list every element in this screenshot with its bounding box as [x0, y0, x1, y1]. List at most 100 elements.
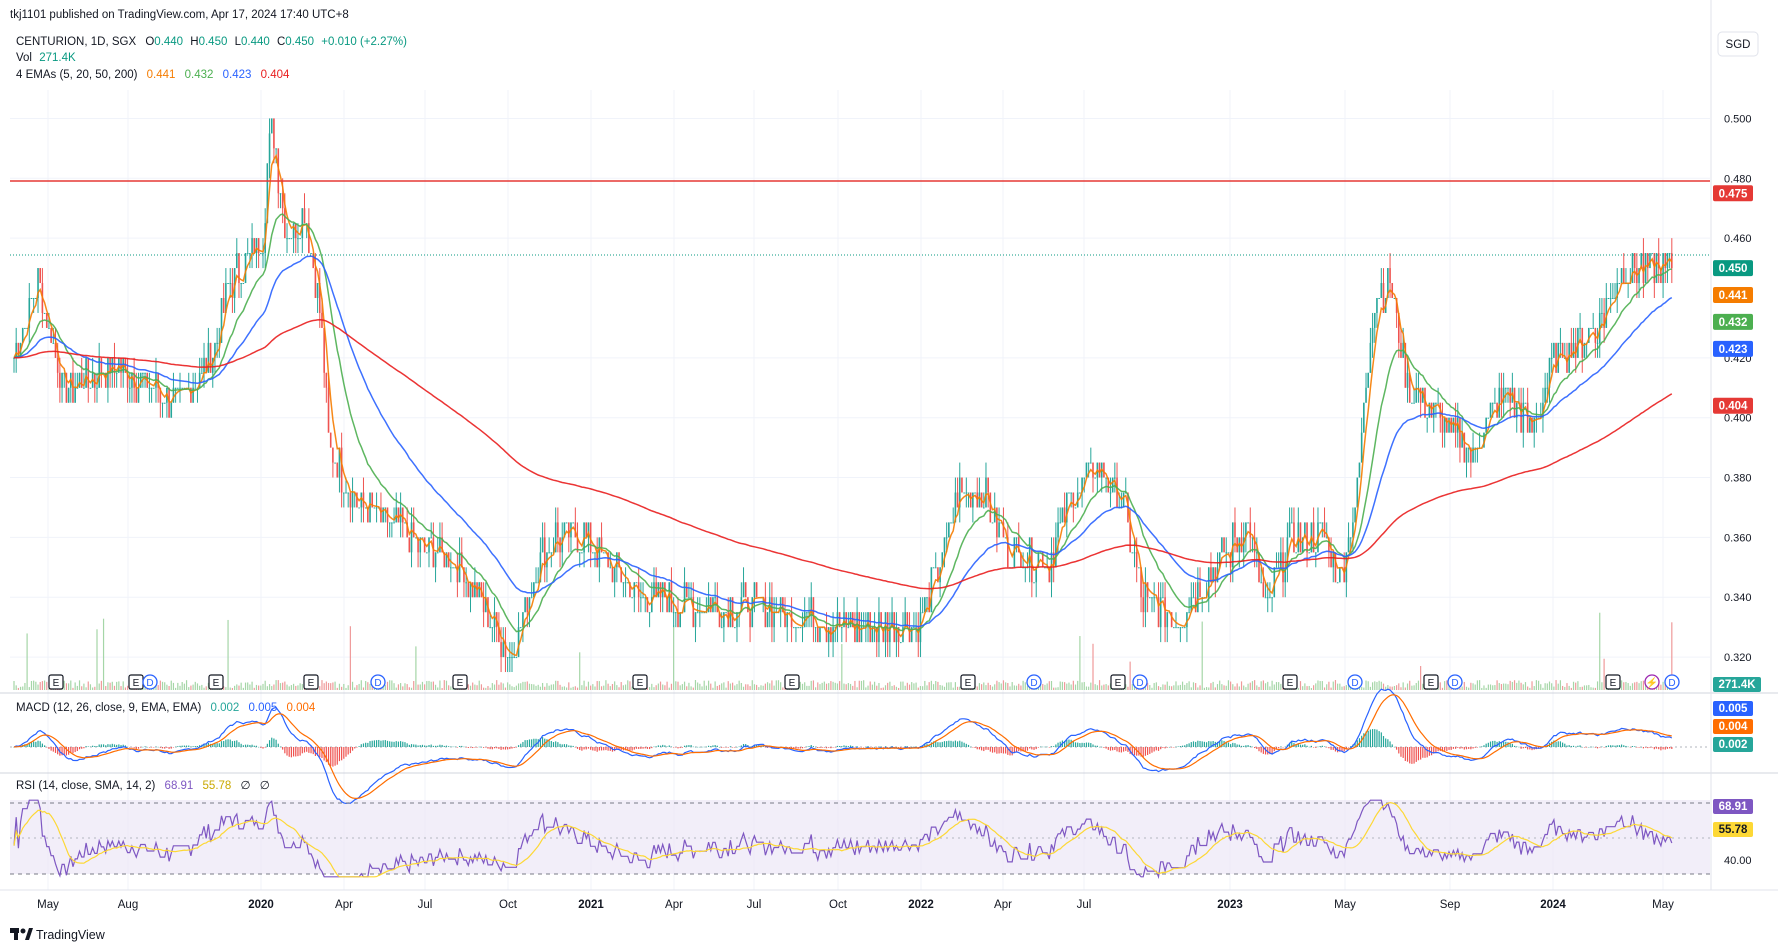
volume-bar — [830, 681, 832, 690]
volume-bar — [1468, 687, 1470, 690]
volume-bar — [421, 681, 424, 690]
macd-hist-bar — [908, 747, 911, 748]
macd-hist-bar — [1649, 747, 1651, 748]
legend-rsi[interactable]: RSI (14, close, SMA, 14, 2) 68.91 55.78 … — [16, 780, 270, 792]
volume-bar — [572, 686, 574, 690]
volume-bar — [1101, 685, 1103, 690]
candle-body — [1135, 552, 1138, 568]
volume-bar — [1127, 686, 1129, 690]
macd-hist-bar — [1572, 745, 1575, 747]
candle-body — [373, 507, 376, 509]
volume-bar — [179, 685, 181, 690]
volume-bar — [736, 684, 738, 690]
macd-hist-bar — [721, 747, 723, 748]
macd-hist-bar — [255, 745, 258, 747]
macd-hist-bar — [137, 747, 140, 749]
macd-hist-bar — [1411, 747, 1413, 764]
volume-bar — [550, 684, 552, 690]
volume-bar — [116, 681, 118, 690]
volume-bar — [275, 680, 277, 690]
candle-body — [262, 253, 264, 255]
macd-hist-bar — [1489, 741, 1492, 747]
macd-hist-bar — [1347, 747, 1350, 748]
macd-hist-bar — [1081, 742, 1083, 747]
legend-symbol[interactable]: CENTURION, 1D, SGX O0.440 H0.450 L0.440 … — [16, 36, 407, 48]
volume-bar — [1444, 681, 1446, 690]
volume-bar — [611, 684, 614, 690]
volume-bar — [413, 681, 415, 690]
macd-hist-bar — [705, 746, 707, 748]
macd-label-signal: 0.004 — [1719, 721, 1748, 733]
legend-emas[interactable]: 4 EMAs (5, 20, 50, 200) 0.441 0.432 0.42… — [16, 69, 290, 81]
volume-bar — [856, 687, 858, 690]
volume-bar — [924, 680, 926, 690]
macd-hist-bar — [950, 740, 952, 747]
volume-bar — [1267, 681, 1269, 690]
macd-hist-bar — [1385, 738, 1387, 747]
macd-hist-bar — [1555, 741, 1557, 747]
volume-bar — [1002, 680, 1005, 690]
macd-hist-bar — [1103, 747, 1105, 748]
macd-hist-bar — [967, 744, 970, 747]
legend-macd[interactable]: MACD (12, 26, close, 9, EMA, EMA) 0.002 … — [16, 702, 316, 714]
macd-hist-bar — [1527, 747, 1529, 750]
volume-bar — [1232, 684, 1234, 690]
macd-hist-bar — [1592, 746, 1594, 748]
volume-bar — [330, 683, 332, 690]
macd-hist-bar — [428, 745, 430, 747]
macd-hist-bar — [732, 747, 734, 748]
candle-body — [832, 627, 834, 643]
volume-bar — [804, 682, 806, 690]
candle-body — [709, 597, 712, 613]
macd-hist-bar — [812, 746, 815, 747]
volume-bar — [1166, 681, 1168, 690]
volume-bar — [823, 681, 825, 690]
volume-bar — [1411, 685, 1413, 690]
volume-bar — [483, 687, 485, 690]
macd-hist-bar — [1142, 747, 1144, 758]
macd-hist-bar — [491, 747, 493, 750]
macd-hist-bar — [266, 743, 268, 747]
volume-bar — [659, 681, 662, 690]
volume-bar — [587, 681, 590, 690]
candle-body — [1175, 627, 1177, 629]
volume-bar — [1157, 686, 1160, 690]
candle-body — [1266, 597, 1269, 599]
candle-body — [1264, 597, 1267, 599]
currency-button[interactable]: SGD — [1717, 31, 1759, 57]
macd-hist-bar — [277, 743, 279, 747]
volume-bar — [1623, 682, 1625, 690]
volume-bar — [500, 682, 502, 690]
macd-hist-bar — [284, 747, 286, 754]
time-axis[interactable]: May Aug 2020 Apr Jul Oct 2021 Apr Jul Oct 2022 Apr J… — [37, 899, 1674, 911]
candle-body — [1559, 342, 1562, 344]
volume-bar — [1548, 681, 1551, 690]
candle-body — [393, 522, 395, 524]
volume-bar — [349, 626, 351, 690]
volume-bar — [1094, 684, 1096, 690]
candle-body — [1498, 387, 1501, 418]
volume-bar — [271, 686, 273, 690]
volume-bar — [607, 683, 609, 690]
volume-bar — [244, 682, 247, 690]
macd-hist-bar — [485, 747, 487, 748]
legend-volume[interactable]: Vol 271.4K — [16, 52, 76, 64]
candle-body — [934, 567, 937, 569]
macd-hist-bar — [572, 745, 574, 747]
macd-hist-bar — [1302, 744, 1304, 747]
volume-bar — [260, 685, 262, 690]
macd-hist-bar — [546, 739, 548, 747]
tradingview-logo[interactable]: TradingView — [10, 928, 106, 942]
volume-bar — [594, 686, 596, 690]
volume-bar — [511, 686, 513, 690]
volume-bar — [1107, 685, 1109, 690]
volume-bar — [858, 680, 860, 690]
macd-hist-bar — [574, 747, 576, 748]
macd-hist-bar — [1647, 747, 1649, 749]
volume-bar — [1085, 686, 1088, 690]
macd-hist-bar — [262, 747, 264, 749]
macd-hist-bar — [303, 747, 306, 753]
price-tick: 0.340 — [1724, 592, 1752, 604]
volume-bar — [1531, 681, 1533, 690]
volume-bar — [718, 684, 721, 690]
